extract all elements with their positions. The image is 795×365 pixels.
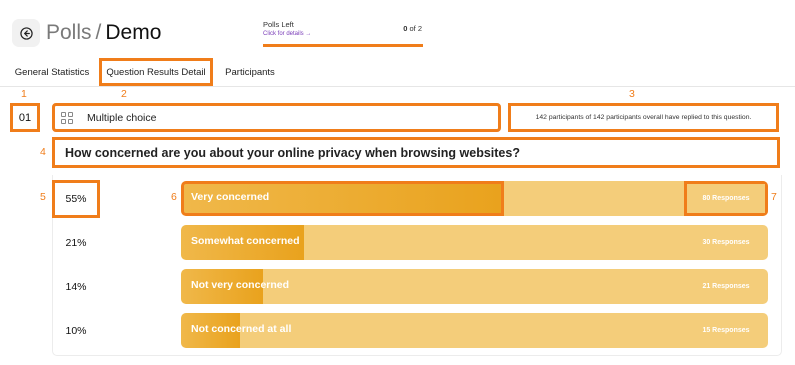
grid-icon: [61, 112, 73, 124]
result-bar: Not concerned at all 15 Responses: [181, 313, 768, 348]
tab-divider: [0, 86, 795, 87]
annotation-1: 1: [21, 88, 27, 100]
breadcrumb-polls[interactable]: Polls: [46, 21, 92, 44]
breadcrumb-separator: /: [95, 21, 102, 44]
annotation-3: 3: [629, 88, 635, 100]
tab-participants[interactable]: Participants: [219, 58, 281, 86]
tab-bar: General Statistics Question Results Deta…: [0, 58, 795, 86]
participants-replied-text: 142 participants of 142 participants ove…: [508, 103, 779, 132]
result-responses: 21 Responses: [702, 283, 750, 290]
result-responses: 30 Responses: [702, 239, 750, 246]
polls-left-details-link[interactable]: Click for details →: [263, 31, 311, 37]
polls-left-progress-bar: [263, 44, 423, 47]
polls-used: 0: [403, 24, 408, 33]
question-type-field: Multiple choice: [52, 103, 501, 132]
polls-left-widget: Polls Left Click for details → 0 of 2: [263, 19, 423, 47]
result-option-label: Very concerned: [191, 191, 270, 203]
annotation-4: 4: [40, 146, 46, 158]
result-row: 55% Very concerned 80 Responses: [0, 180, 795, 218]
tab-question-results-detail[interactable]: Question Results Detail: [99, 58, 213, 86]
back-arrow-icon: [19, 26, 33, 40]
result-option-label: Not concerned at all: [191, 323, 292, 335]
polls-left-count: 0 of 2: [403, 24, 422, 33]
question-text: How concerned are you about your online …: [52, 137, 780, 168]
result-option-label: Not very concerned: [191, 279, 290, 291]
result-row: 10% Not concerned at all 15 Responses: [0, 312, 795, 350]
result-bar: Not very concerned 21 Responses: [181, 269, 768, 304]
result-bar: Somewhat concerned 30 Responses: [181, 225, 768, 260]
polls-total: 2: [417, 24, 422, 33]
result-row: 21% Somewhat concerned 30 Responses: [0, 224, 795, 262]
result-bar: Very concerned 80 Responses: [181, 181, 768, 216]
result-percent: 21%: [65, 237, 87, 249]
polls-of: of: [409, 24, 416, 33]
polls-left-label: Polls Left: [263, 20, 294, 29]
question-number: 01: [10, 103, 40, 132]
question-type-label: Multiple choice: [87, 112, 157, 124]
result-percent: 14%: [65, 281, 87, 293]
tab-general-statistics[interactable]: General Statistics: [8, 58, 96, 86]
result-responses: 15 Responses: [702, 327, 750, 334]
annotation-2: 2: [121, 88, 127, 100]
result-percent: 55%: [52, 180, 100, 218]
page-title: Polls / Demo: [46, 21, 161, 45]
result-option-label: Somewhat concerned: [191, 235, 300, 247]
result-row: 14% Not very concerned 21 Responses: [0, 268, 795, 306]
result-percent: 10%: [65, 325, 87, 337]
poll-title: Demo: [105, 21, 162, 44]
back-button[interactable]: [12, 19, 40, 47]
result-responses: 80 Responses: [684, 181, 768, 216]
